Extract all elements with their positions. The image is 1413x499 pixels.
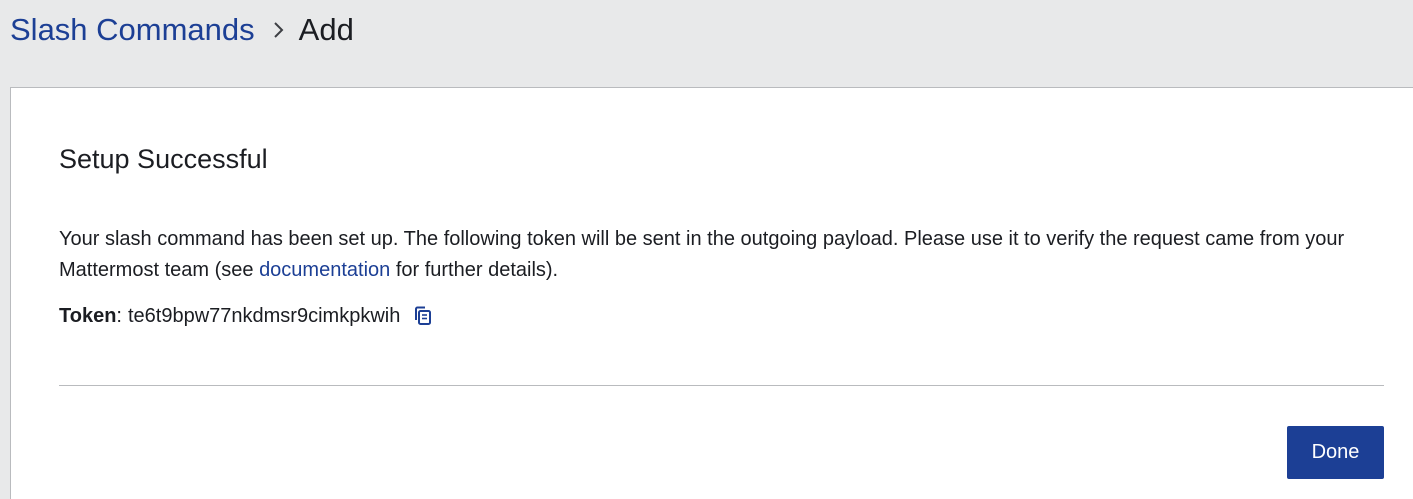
divider <box>59 385 1384 386</box>
documentation-link[interactable]: documentation <box>259 259 390 281</box>
done-button[interactable]: Done <box>1287 426 1384 479</box>
breadcrumb: Slash Commands Add <box>10 10 354 50</box>
chevron-right-icon <box>273 20 285 40</box>
token-label: Token <box>59 305 117 327</box>
page: Slash Commands Add Setup Successful Your… <box>0 0 1413 499</box>
setup-description: Your slash command has been set up. The … <box>59 224 1399 286</box>
description-text-before-link: Your slash command has been set up. The … <box>59 228 1345 281</box>
token-colon: : <box>116 305 122 327</box>
page-header: Slash Commands Add <box>0 0 1413 88</box>
setup-success-panel: Setup Successful Your slash command has … <box>10 87 1413 499</box>
panel-title: Setup Successful <box>59 144 268 174</box>
description-text-after-link: for further details). <box>390 259 559 281</box>
breadcrumb-current: Add <box>298 12 354 47</box>
token-value: te6t9bpw77nkdmsr9cimkpkwih <box>127 305 401 327</box>
token-row: Token: te6t9bpw77nkdmsr9cimkpkwih <box>59 301 436 331</box>
breadcrumb-slash-commands-link[interactable]: Slash Commands <box>10 12 255 48</box>
copy-icon[interactable] <box>410 303 436 329</box>
